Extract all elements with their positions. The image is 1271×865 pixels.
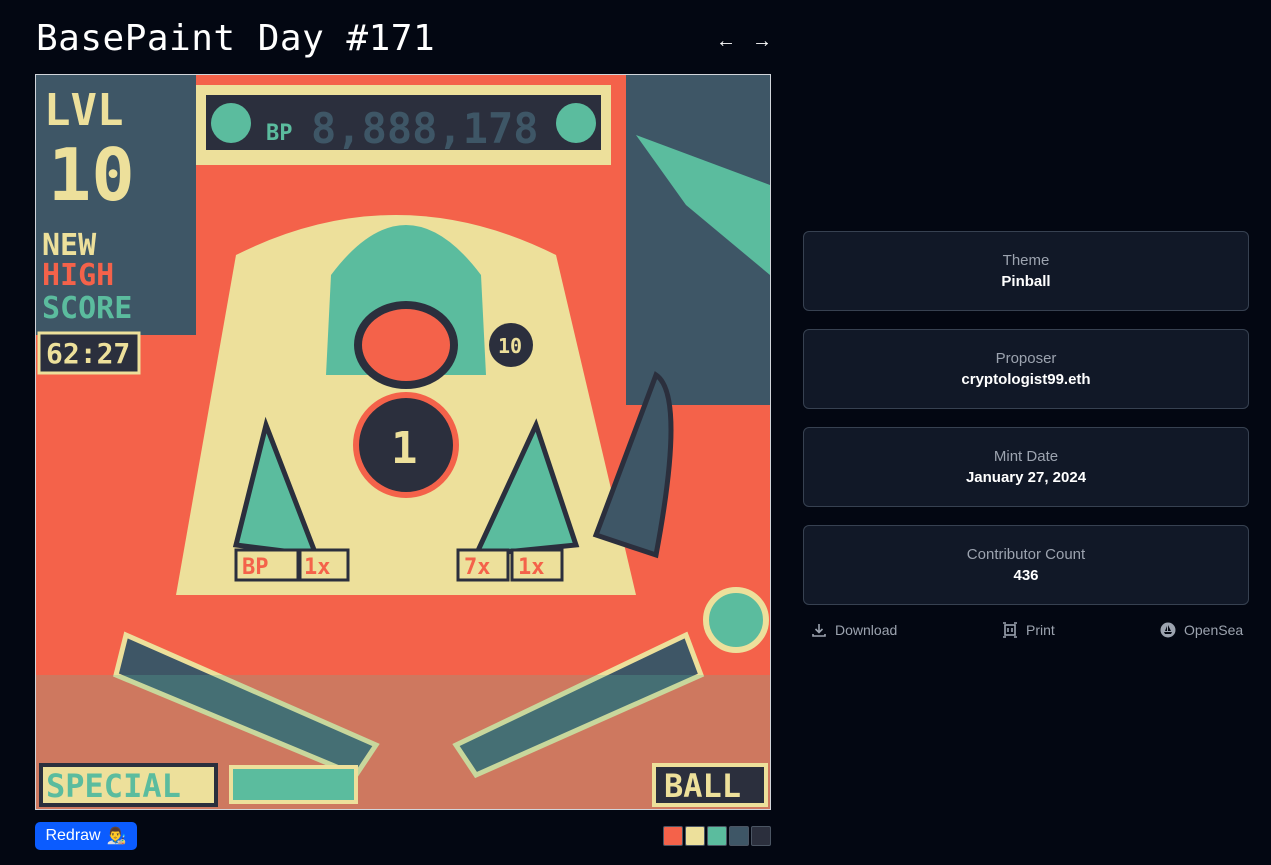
print-label: Print bbox=[1026, 622, 1055, 638]
print-link[interactable]: Print bbox=[1002, 622, 1055, 638]
detail-card-mint-date: Mint Date January 27, 2024 bbox=[803, 427, 1249, 507]
svg-text:1x: 1x bbox=[304, 555, 331, 580]
arrow-left-icon[interactable]: ← bbox=[716, 30, 736, 53]
download-label: Download bbox=[835, 622, 898, 638]
svg-text:1x: 1x bbox=[518, 555, 545, 580]
palette-swatch bbox=[729, 826, 749, 846]
artwork-canvas: LVL 10 NEW HIGH SCORE 62:27 BP 8,888,178… bbox=[35, 74, 771, 810]
svg-text:LVL: LVL bbox=[44, 85, 123, 136]
palette-swatch bbox=[685, 826, 705, 846]
print-frame-icon bbox=[1003, 622, 1017, 638]
redraw-label: Redraw bbox=[45, 827, 101, 844]
detail-card-theme: Theme Pinball bbox=[803, 231, 1249, 311]
svg-text:1: 1 bbox=[391, 423, 418, 474]
svg-text:7x: 7x bbox=[464, 555, 491, 580]
palette-swatch bbox=[663, 826, 683, 846]
opensea-icon bbox=[1160, 622, 1176, 638]
download-link[interactable]: Download bbox=[811, 622, 897, 638]
detail-label: Contributor Count bbox=[966, 546, 1086, 563]
download-icon bbox=[812, 624, 826, 637]
opensea-link[interactable]: OpenSea bbox=[1160, 622, 1243, 638]
color-palette bbox=[663, 826, 771, 846]
detail-card-contributor-count: Contributor Count 436 bbox=[803, 525, 1249, 605]
svg-text:BALL: BALL bbox=[664, 767, 741, 805]
detail-card-proposer: Proposer cryptologist99.eth bbox=[803, 329, 1249, 409]
svg-text:10: 10 bbox=[48, 133, 135, 217]
svg-text:HIGH: HIGH bbox=[42, 258, 114, 293]
redraw-button[interactable]: Redraw 👨‍🎨 bbox=[35, 822, 137, 850]
palette-swatch bbox=[707, 826, 727, 846]
detail-value: Pinball bbox=[1001, 273, 1051, 290]
svg-text:SPECIAL: SPECIAL bbox=[46, 767, 181, 805]
detail-value: January 27, 2024 bbox=[965, 469, 1087, 486]
svg-text:BP: BP bbox=[266, 121, 293, 146]
detail-label: Theme bbox=[1002, 252, 1050, 269]
palette-swatch bbox=[751, 826, 771, 846]
detail-label: Mint Date bbox=[993, 448, 1059, 465]
detail-value: cryptologist99.eth bbox=[961, 371, 1091, 388]
svg-text:BP: BP bbox=[242, 555, 269, 580]
opensea-label: OpenSea bbox=[1184, 622, 1244, 638]
svg-text:SCORE: SCORE bbox=[42, 291, 132, 326]
svg-text:8,888,178: 8,888,178 bbox=[311, 104, 539, 153]
svg-text:10: 10 bbox=[498, 334, 522, 358]
arrow-right-icon[interactable]: → bbox=[752, 30, 772, 53]
detail-value: 436 bbox=[1013, 567, 1039, 584]
page-title: BasePaint Day #171 bbox=[36, 18, 436, 59]
artist-emoji-icon: 👨‍🎨 bbox=[106, 828, 127, 845]
svg-text:62:27: 62:27 bbox=[46, 337, 130, 370]
detail-label: Proposer bbox=[995, 350, 1057, 367]
